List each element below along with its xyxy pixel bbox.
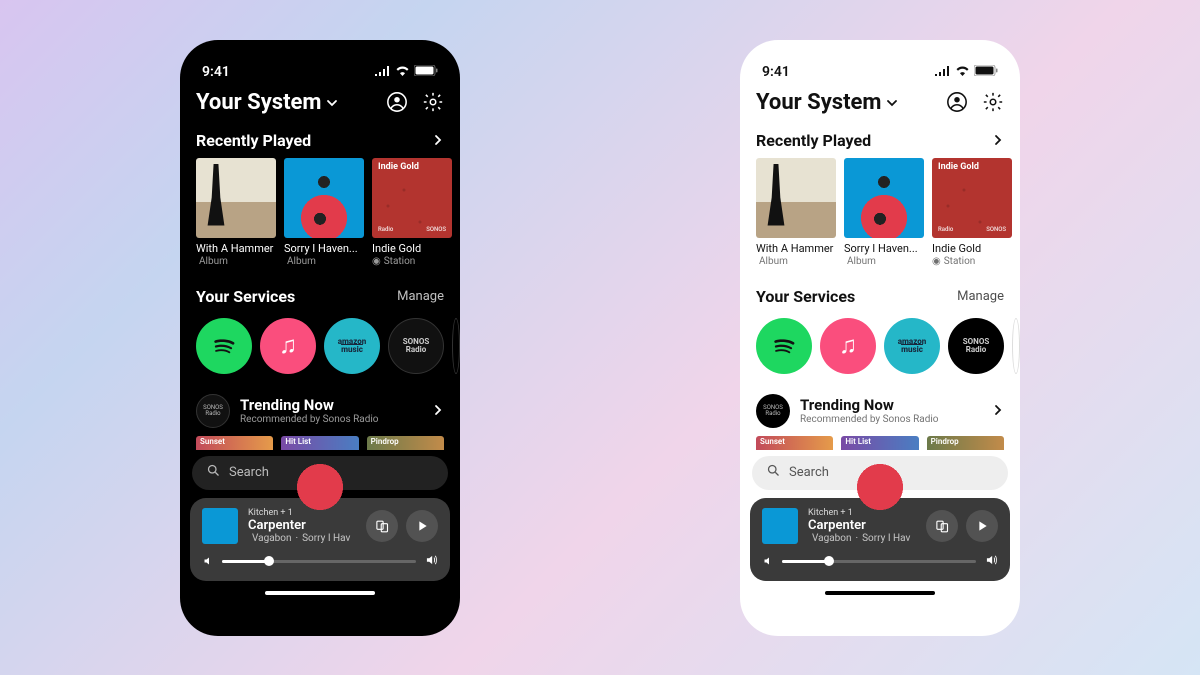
now-playing-card[interactable]: Kitchen + 1 Carpenter Vagabon · Sorry I …	[190, 498, 450, 581]
now-playing-card[interactable]: Kitchen + 1 Carpenter Vagabon · Sorry I …	[750, 498, 1010, 581]
now-playing-artist: Vagabon	[812, 533, 851, 544]
now-playing-album: Sorry I Hav	[862, 533, 910, 544]
volume-slider[interactable]	[222, 560, 416, 563]
volume-fill	[222, 560, 269, 563]
volume-thumb	[824, 556, 834, 566]
volume-thumb	[264, 556, 274, 566]
now-playing-room: Kitchen + 1	[248, 508, 356, 518]
now-playing-art	[762, 508, 798, 544]
now-playing-album: Sorry I Hav	[302, 533, 350, 544]
volume-fill	[782, 560, 829, 563]
now-playing-artist: Vagabon	[252, 533, 291, 544]
volume-slider[interactable]	[782, 560, 976, 563]
phone-dark: 9:41 Your System Recently Played	[180, 40, 460, 636]
now-playing-room: Kitchen + 1	[808, 508, 916, 518]
phone-light: 9:41 Your System Recently Played	[740, 40, 1020, 636]
play-icon	[414, 518, 430, 534]
now-playing-art	[202, 508, 238, 544]
play-button[interactable]	[406, 510, 438, 542]
